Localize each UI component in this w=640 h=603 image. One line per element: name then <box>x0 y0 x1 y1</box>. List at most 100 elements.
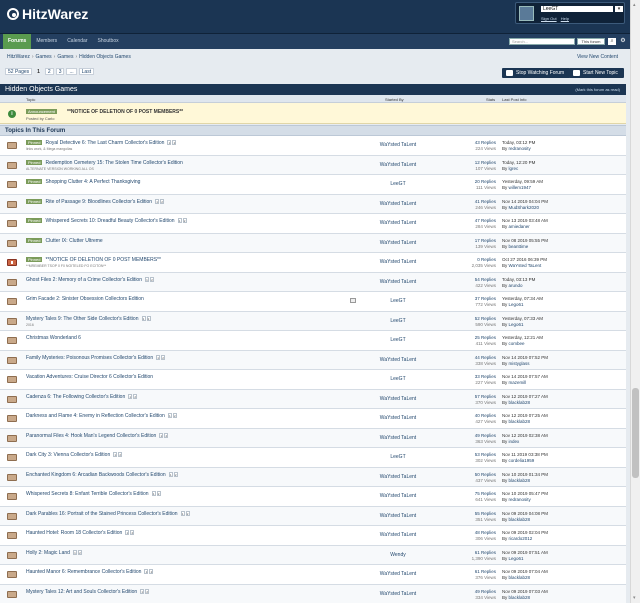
last-post-author[interactable]: Lego61 <box>509 302 524 307</box>
topic-page-link[interactable]: 1 <box>167 140 172 145</box>
tab-shoutbox[interactable]: Shoutbox <box>92 34 123 49</box>
topic-row[interactable]: Pinned Royal Detective 6: The Last Charm … <box>0 136 626 156</box>
topic-row[interactable]: Paranormal Files 4: Hook Man's Legend Co… <box>0 428 626 448</box>
page-link[interactable]: 2 <box>44 68 54 75</box>
topic-page-link[interactable]: 2 <box>172 140 177 145</box>
topic-page-link[interactable]: 1 <box>72 549 77 555</box>
topic-page-link[interactable]: 2 <box>118 452 123 457</box>
topic-title[interactable]: Darkness and Flame 4: Enemy in Reflectio… <box>26 413 165 419</box>
topic-row[interactable]: Pinned Shopping Clutter 4: A Perfect Than… <box>0 175 626 195</box>
topic-page-link[interactable]: 1 <box>144 569 149 574</box>
scroll-down-icon[interactable]: ▾ <box>633 595 636 601</box>
username-dropdown[interactable]: LeeGT <box>541 6 613 12</box>
topic-starter[interactable]: WaYsted TaLent <box>363 195 433 214</box>
avatar[interactable] <box>519 6 534 21</box>
last-post-author[interactable]: mistyglass <box>509 361 530 366</box>
topic-starter[interactable]: WaYsted TaLent <box>363 273 433 292</box>
last-post-author[interactable]: Lego61 <box>509 322 524 327</box>
topic-page-link[interactable]: 1 <box>156 354 161 360</box>
topic-row[interactable]: Vacation Adventures: Cruise Director 6 C… <box>0 370 626 390</box>
topic-title[interactable]: Whispered Secrets 10: Dreadful Beauty Co… <box>45 218 174 224</box>
topic-starter[interactable]: WaYsted TaLent <box>363 409 433 428</box>
topic-starter[interactable]: WaYsted TaLent <box>363 429 433 448</box>
last-post-author[interactable]: amiedaner <box>509 224 530 229</box>
view-new-content-link[interactable]: View New Content <box>577 54 618 60</box>
topic-starter[interactable]: WaYsted TaLent <box>363 136 433 155</box>
col-topic[interactable]: Topic <box>26 97 35 102</box>
topic-row[interactable]: Mystery Tales 9: The Other Side Collecto… <box>0 311 626 331</box>
last-post-author[interactable]: lgrec <box>509 166 519 171</box>
topic-title[interactable]: Mystery Tales 12: Art and Souls Collecto… <box>26 589 137 595</box>
topic-page-link[interactable]: 2 <box>145 588 150 594</box>
search-scope-select[interactable]: This forum <box>577 38 605 45</box>
topic-starter[interactable]: WaYsted TaLent <box>363 507 433 526</box>
topic-page-link[interactable]: 2 <box>130 530 135 535</box>
topic-page-link[interactable]: 1 <box>140 588 145 594</box>
topic-row[interactable]: Darkness and Flame 4: Enemy in Reflectio… <box>0 409 626 429</box>
topic-title[interactable]: Holly 2: Magic Land <box>26 550 70 556</box>
topic-row[interactable]: Holly 2: Magic Land 1 2 Wendy 61 Replies 1,39… <box>0 545 626 565</box>
site-logo[interactable]: HitzWarez <box>7 4 88 24</box>
topic-row[interactable]: Enchanted Kingdom 6: Arcadian Backwoods … <box>0 467 626 487</box>
topic-page-link[interactable]: 1 <box>128 393 133 399</box>
topic-row[interactable]: Dark City 3: Vienna Collector's Edition 1… <box>0 448 626 468</box>
topic-starter[interactable]: WaYsted TaLent <box>363 390 433 409</box>
last-post-author[interactable]: willem1947 <box>509 185 532 190</box>
topic-title[interactable]: Haunted Manor 6: Remembrance Collector's… <box>26 569 141 575</box>
topic-page-link[interactable]: 1 <box>168 471 173 477</box>
tab-forums[interactable]: Forums <box>3 34 32 49</box>
topic-starter[interactable]: WaYsted TaLent <box>363 468 433 487</box>
topic-starter[interactable]: LeeGT <box>363 292 433 311</box>
last-post-author[interactable]: blacklab28 <box>509 575 531 580</box>
topic-title[interactable]: Whispered Secrets 8: Enfant Terrible Col… <box>26 491 149 497</box>
topic-page-link[interactable]: 1 <box>113 452 118 457</box>
breadcrumb-item[interactable]: Games <box>36 54 52 60</box>
col-stats[interactable]: Stats <box>486 97 495 102</box>
topic-starter[interactable]: WaYsted TaLent <box>363 487 433 506</box>
last-post-author[interactable]: redranosity <box>509 497 531 502</box>
topic-page-link[interactable]: 2 <box>173 471 178 477</box>
topic-row[interactable]: Dark Parables 16: Portrait of the Staine… <box>0 506 626 526</box>
scrollbar[interactable]: ▴ ▾ <box>630 0 640 603</box>
topic-page-link[interactable]: 2 <box>149 569 154 574</box>
topic-page-link[interactable]: 1 <box>151 491 156 496</box>
last-page-link[interactable]: Last <box>78 68 95 75</box>
topic-title[interactable]: Enchanted Kingdom 6: Arcadian Backwoods … <box>26 472 166 478</box>
topic-page-link[interactable]: 2 <box>161 354 166 360</box>
announcement-title[interactable]: **NOTICE OF DELETION OF 0 POST MEMBERS** <box>67 109 183 115</box>
topic-row[interactable]: Whispered Secrets 8: Enfant Terrible Col… <box>0 487 626 507</box>
topic-row[interactable]: Christmas Wonderland 6 LeeGT 25 Replies 411… <box>0 331 626 351</box>
topic-page-link[interactable]: 2 <box>172 413 177 418</box>
pages-dropdown[interactable]: 52 Pages <box>5 68 33 75</box>
topic-starter[interactable]: WaYsted TaLent <box>363 214 433 233</box>
breadcrumb-item[interactable]: HitzWarez <box>7 54 30 60</box>
topic-page-link[interactable]: 2 <box>150 276 154 282</box>
last-post-author[interactable]: index <box>509 439 520 444</box>
topic-starter[interactable]: Wendy <box>363 546 433 565</box>
last-post-author[interactable]: MudShark2020 <box>509 205 540 210</box>
topic-row[interactable]: Pinned Whispered Secrets 10: Dreadful Bea… <box>0 214 626 234</box>
search-input[interactable]: Search... <box>509 38 575 45</box>
topic-row[interactable]: Haunted Hotel: Room 18 Collector's Editi… <box>0 526 626 546</box>
topic-title[interactable]: Cadenza 6: The Following Collector's Edi… <box>26 394 125 400</box>
topic-starter[interactable]: WaYsted TaLent <box>363 565 433 584</box>
topic-starter[interactable]: WaYsted TaLent <box>363 351 433 370</box>
topic-page-link[interactable]: 2 <box>164 432 169 438</box>
topic-title[interactable]: Mystery Tales 9: The Other Side Collecto… <box>26 316 139 322</box>
scroll-up-icon[interactable]: ▴ <box>633 2 636 8</box>
topic-page-link[interactable]: 1 <box>180 510 185 516</box>
gear-icon[interactable]: ⚙ <box>619 38 627 45</box>
announcement-row[interactable]: i Announcement **NOTICE OF DELETION OF 0… <box>0 103 626 124</box>
topic-starter[interactable]: WaYsted TaLent <box>363 234 433 253</box>
col-started-by[interactable]: Started By <box>385 97 404 102</box>
topic-starter[interactable]: LeeGT <box>363 175 433 194</box>
last-post-author[interactable]: ricardo2012 <box>509 536 533 541</box>
scrollbar-thumb[interactable] <box>632 388 639 478</box>
topic-starter[interactable]: LeeGT <box>363 312 433 331</box>
last-post-author[interactable]: beanttime <box>509 244 529 249</box>
topic-title[interactable]: Royal Detective 6: The Last Charm Collec… <box>45 140 164 146</box>
topic-title[interactable]: Dark Parables 16: Portrait of the Staine… <box>26 511 178 517</box>
breadcrumb-item[interactable]: Hidden Objects Games <box>79 54 131 60</box>
last-post-author[interactable]: WaYsted TaLent <box>509 263 542 268</box>
last-post-author[interactable]: combee <box>509 341 525 346</box>
